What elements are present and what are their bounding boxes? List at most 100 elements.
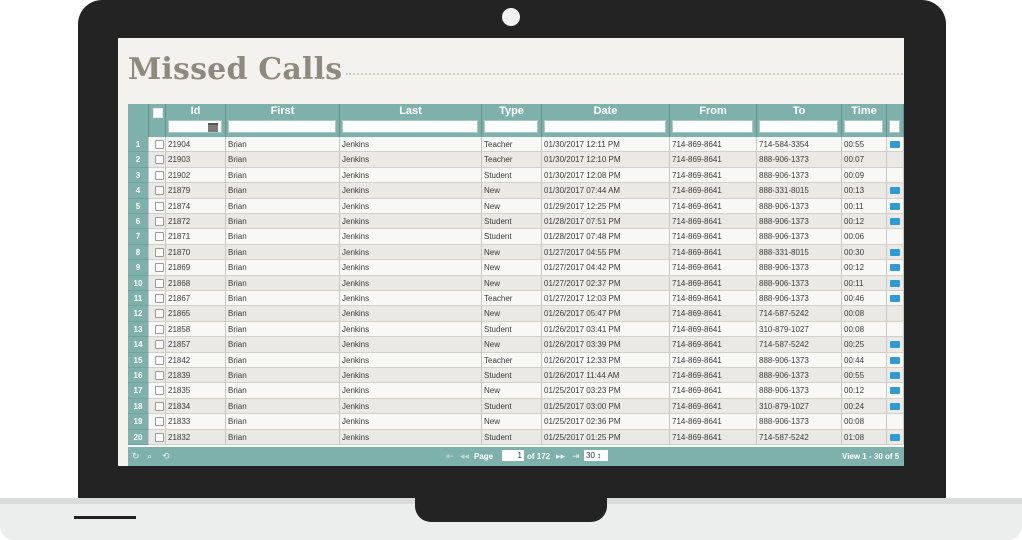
play-recording-icon[interactable] [890, 187, 900, 195]
row-select-checkbox[interactable] [155, 278, 164, 288]
play-recording-icon[interactable] [890, 402, 900, 410]
row-checkbox[interactable] [149, 321, 166, 338]
row-select-checkbox[interactable] [155, 263, 164, 273]
reset-icon[interactable]: ⟲ [162, 451, 170, 462]
table-row[interactable]: 7 21871 Brian Jenkins Student 01/28/2017 07:4… [128, 229, 904, 245]
row-checkbox[interactable] [149, 306, 166, 322]
row-checkbox[interactable] [149, 337, 166, 353]
play-recording-icon[interactable] [890, 387, 900, 395]
table-row[interactable]: 6 21872 Brian Jenkins Student 01/28/2017 07:5… [128, 214, 904, 230]
table-row[interactable]: 17 21835 Brian Jenkins New 01/25/2017 03:23 P… [128, 383, 904, 399]
row-checkbox[interactable] [149, 275, 166, 291]
play-recording-icon[interactable] [890, 341, 900, 349]
header-type[interactable]: Type [482, 104, 542, 137]
first-page-icon[interactable]: ⇤ [446, 451, 454, 462]
table-row[interactable]: 1 21904 Brian Jenkins Teacher 01/30/2017 12:1… [128, 137, 904, 153]
last-filter-input[interactable] [342, 120, 478, 133]
row-checkbox[interactable] [149, 152, 166, 168]
table-row[interactable]: 5 21874 Brian Jenkins New 01/29/2017 12:25 PM… [128, 198, 904, 214]
row-select-checkbox[interactable] [155, 355, 164, 365]
last-page-icon[interactable]: ⇥ [572, 451, 580, 462]
play-filter-input[interactable] [889, 120, 900, 133]
row-checkbox[interactable] [149, 183, 166, 199]
header-time[interactable]: Time [842, 104, 887, 137]
next-page-icon[interactable]: ▸▸ [556, 451, 565, 462]
row-select-checkbox[interactable] [155, 155, 164, 165]
id-filter-input[interactable] [168, 120, 222, 133]
table-row[interactable]: 16 21839 Brian Jenkins Student 01/26/2017 11:… [128, 368, 904, 384]
table-row[interactable]: 10 21868 Brian Jenkins New 01/27/2017 02:37 P… [128, 275, 904, 291]
table-row[interactable]: 19 21833 Brian Jenkins New 01/25/2017 02:36 P… [128, 414, 904, 430]
table-row[interactable]: 13 21858 Brian Jenkins Student 01/26/2017 03:… [128, 321, 904, 338]
play-recording-icon[interactable] [890, 295, 900, 302]
play-recording-icon[interactable] [890, 141, 900, 148]
table-row[interactable]: 18 21834 Brian Jenkins Student 01/25/2017 03:… [128, 398, 904, 415]
play-recording-icon[interactable] [890, 248, 900, 256]
play-recording-icon[interactable] [890, 433, 900, 441]
header-date[interactable]: Date [542, 104, 670, 137]
header-to[interactable]: To [757, 104, 842, 137]
table-row[interactable]: 8 21870 Brian Jenkins New 01/27/2017 04:55 PM… [128, 244, 904, 261]
refresh-icon[interactable]: ↻ [132, 451, 140, 462]
row-checkbox[interactable] [149, 429, 166, 445]
play-recording-icon[interactable] [890, 279, 900, 287]
rows-per-page-select[interactable]: 30 ↕ [584, 450, 608, 461]
type-filter-input[interactable] [484, 120, 538, 133]
play-recording-icon[interactable] [890, 202, 900, 210]
row-checkbox[interactable] [149, 229, 166, 245]
row-checkbox[interactable] [149, 137, 166, 153]
row-checkbox[interactable] [149, 398, 166, 415]
first-filter-input[interactable] [228, 120, 336, 133]
row-checkbox[interactable] [149, 214, 166, 230]
table-row[interactable]: 4 21879 Brian Jenkins New 01/30/2017 07:44 AM… [128, 183, 904, 199]
row-select-checkbox[interactable] [155, 186, 164, 196]
header-from[interactable]: From [670, 104, 757, 137]
prev-page-icon[interactable]: ◂◂ [460, 451, 469, 462]
calendar-icon[interactable] [208, 123, 218, 132]
search-icon[interactable]: ⌕ [147, 451, 152, 462]
header-select-all[interactable] [149, 104, 166, 137]
date-filter-input[interactable] [544, 120, 666, 133]
row-select-checkbox[interactable] [155, 432, 164, 442]
table-row[interactable]: 9 21869 Brian Jenkins New 01/27/2017 04:42 PM… [128, 260, 904, 276]
table-row[interactable]: 15 21842 Brian Jenkins Teacher 01/26/2017 12:… [128, 352, 904, 368]
row-select-checkbox[interactable] [155, 386, 164, 396]
row-select-checkbox[interactable] [155, 371, 164, 380]
row-checkbox[interactable] [149, 244, 166, 261]
row-checkbox[interactable] [149, 291, 166, 307]
time-filter-input[interactable] [844, 120, 883, 133]
table-row[interactable]: 20 21832 Brian Jenkins Student 01/25/2017 01:… [128, 429, 904, 445]
row-checkbox[interactable] [149, 368, 166, 384]
table-row[interactable]: 14 21857 Brian Jenkins New 01/26/2017 03:39 P… [128, 337, 904, 353]
row-select-checkbox[interactable] [155, 201, 164, 211]
row-checkbox[interactable] [149, 260, 166, 276]
play-recording-icon[interactable] [890, 356, 900, 364]
play-recording-icon[interactable] [890, 218, 900, 225]
row-select-checkbox[interactable] [155, 217, 164, 226]
row-checkbox[interactable] [149, 352, 166, 368]
table-row[interactable]: 12 21865 Brian Jenkins New 01/26/2017 05:47 P… [128, 306, 904, 322]
table-row[interactable]: 3 21902 Brian Jenkins Student 01/30/2017 12:0… [128, 167, 904, 184]
page-number-input[interactable]: 1 [502, 450, 524, 461]
row-select-checkbox[interactable] [155, 294, 164, 303]
row-select-checkbox[interactable] [155, 140, 164, 149]
table-row[interactable]: 2 21903 Brian Jenkins Teacher 01/30/2017 12:1… [128, 152, 904, 168]
header-last[interactable]: Last [340, 104, 482, 137]
from-filter-input[interactable] [672, 120, 753, 133]
row-checkbox[interactable] [149, 167, 166, 184]
row-select-checkbox[interactable] [155, 309, 164, 319]
row-select-checkbox[interactable] [155, 401, 164, 411]
play-recording-icon[interactable] [890, 372, 900, 379]
row-select-checkbox[interactable] [155, 170, 164, 180]
select-all-checkbox[interactable] [153, 108, 163, 118]
row-checkbox[interactable] [149, 383, 166, 399]
row-checkbox[interactable] [149, 414, 166, 430]
table-row[interactable]: 11 21867 Brian Jenkins Teacher 01/27/2017 12:… [128, 291, 904, 307]
to-filter-input[interactable] [759, 120, 838, 133]
row-select-checkbox[interactable] [155, 417, 164, 427]
header-id[interactable]: Id [166, 104, 226, 137]
row-select-checkbox[interactable] [155, 340, 164, 350]
row-select-checkbox[interactable] [155, 247, 164, 257]
row-select-checkbox[interactable] [155, 232, 164, 242]
header-first[interactable]: First [226, 104, 340, 137]
